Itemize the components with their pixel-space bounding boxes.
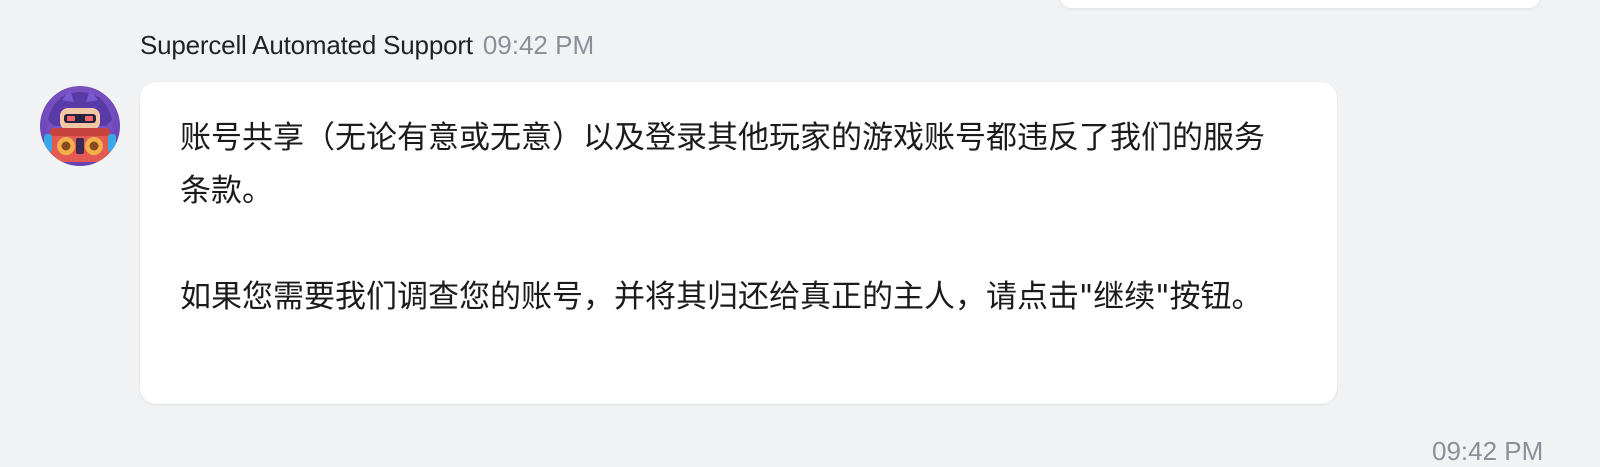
message-row: Supercell Automated Support 09:42 PM 账号共… <box>0 0 1600 466</box>
message-header: Supercell Automated Support 09:42 PM <box>140 30 594 61</box>
message-paragraph: 如果您需要我们调查您的账号，并将其归还给真正的主人，请点击"继续"按钮。 <box>180 279 1263 315</box>
message-timestamp: 09:42 PM <box>482 30 595 60</box>
sender-name[interactable]: Supercell Automated Support <box>140 30 473 61</box>
message-body: 账号共享（无论有意或无意）以及登录其他玩家的游戏账号都违反了我们的服务条款。 如… <box>180 112 1280 324</box>
next-message-timestamp: 09:42 PM <box>1432 436 1544 466</box>
bot-avatar-icon[interactable] <box>40 86 120 166</box>
message-bubble: 账号共享（无论有意或无意）以及登录其他玩家的游戏账号都违反了我们的服务条款。 如… <box>140 82 1337 404</box>
message-paragraph: 账号共享（无论有意或无意）以及登录其他玩家的游戏账号都违反了我们的服务条款。 <box>180 120 1265 209</box>
